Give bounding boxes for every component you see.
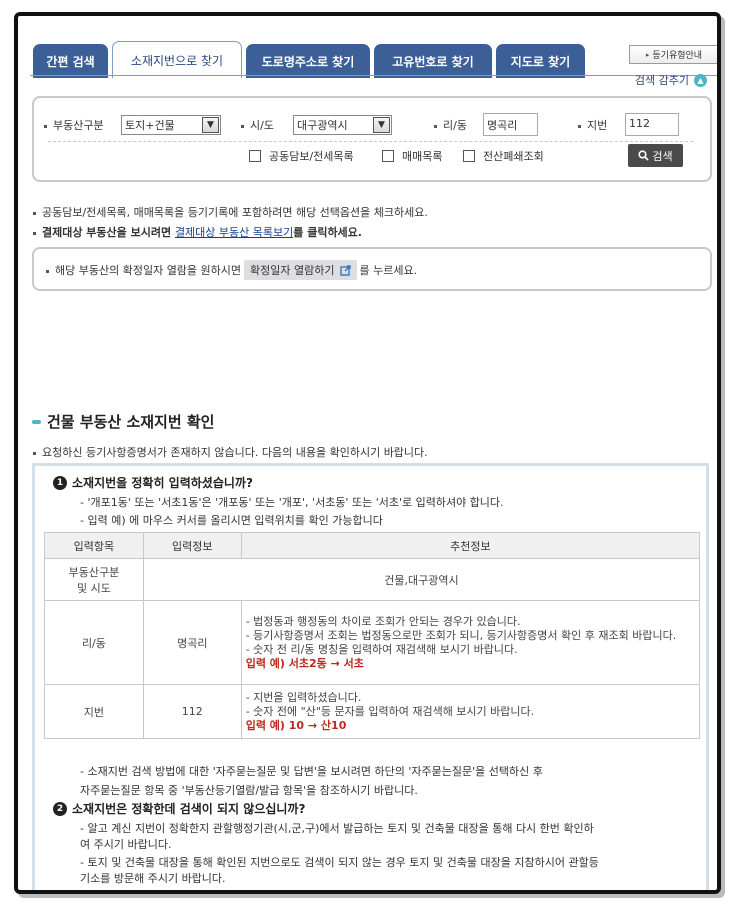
confirm-date-box: 해당 부동산의 확정일자 열람을 원하시면 확정일자 열람하기 를 누르세요. <box>32 247 712 291</box>
input-example[interactable]: 입력 예) 서초2동 → 서초 <box>246 657 695 671</box>
joint-collateral-label: 공동담보/전세목록 <box>269 150 354 163</box>
closed-record-label: 전산폐쇄조회 <box>483 150 544 163</box>
search-button-label: 검색 <box>652 149 673 163</box>
table-header: 추천정보 <box>240 532 701 559</box>
payment-note: 결제대상 부동산을 보시려면 결제대상 부동산 목록보기를 클릭하세요. <box>33 224 362 240</box>
chevron-up-icon: ▲ <box>694 73 707 87</box>
confirm-date-note: 해당 부동산의 확정일자 열람을 원하시면 확정일자 열람하기 를 누르세요. <box>46 260 417 280</box>
ridong-input[interactable]: 명곡리 <box>483 113 538 136</box>
table-cell: 건물,대구광역시 <box>142 558 701 601</box>
payment-list-link[interactable]: 결제대상 부동산 목록보기 <box>175 226 293 239</box>
question-1: 1 소재지번을 정확히 입력하셨습니까? <box>53 474 253 491</box>
table-cell: - 지번을 입력하셨습니다. - 숫자 전에 "산"등 문자를 입력하여 재검색… <box>240 684 701 739</box>
question-2: 2 소재지번은 정확한데 검색이 되지 않으십니까? <box>53 800 305 817</box>
tab-lot-number[interactable]: 소재지번으로 찾기 <box>112 41 242 78</box>
options-note: 공동담보/전세목록, 매매목록을 등기기록에 포함하려면 해당 선택옵션을 체크… <box>33 204 428 220</box>
title-marker-icon <box>32 419 41 424</box>
external-link-icon <box>339 264 351 276</box>
faq-line-2: 자주묻는질문 항목 중 '부동산등기열람/발급 항목'을 참조하시기 바랍니다. <box>80 784 418 797</box>
ridong-label: 리/동 <box>434 117 467 133</box>
table-header: 입력항목 <box>44 532 144 559</box>
bullet-icon <box>434 124 437 128</box>
arrow-right-icon: ▸ <box>645 50 650 59</box>
table-cell: 리/동 <box>44 600 144 685</box>
window-frame: 간편 검색 소재지번으로 찾기 도로명주소로 찾기 고유번호로 찾기 지도로 찾… <box>14 12 721 894</box>
sido-label: 시/도 <box>241 117 274 133</box>
result-box: 1 소재지번을 정확히 입력하셨습니까? - '개포1동' 또는 '서초1동'은… <box>32 463 709 890</box>
jibun-label: 지번 <box>578 117 607 133</box>
property-type-value: 토지+건물 <box>125 119 175 132</box>
tab-bar: 간편 검색 소재지번으로 찾기 도로명주소로 찾기 고유번호로 찾기 지도로 찾… <box>30 28 717 78</box>
table-row: 지번 112 - 지번을 입력하셨습니다. - 숫자 전에 "산"등 문자를 입… <box>44 684 701 739</box>
q1-line-2: - 입력 예) 에 마우스 커서를 올리시면 입력위치를 확인 가능합니다 <box>80 514 383 527</box>
tab-underline <box>30 75 717 76</box>
property-type-select[interactable]: 토지+건물 ▼ <box>121 115 221 135</box>
q2-line-3: - 토지 및 건축물 대장을 통해 확인된 지번으로도 검색이 되지 않는 경우… <box>80 856 599 869</box>
tab-road-address[interactable]: 도로명주소로 찾기 <box>246 44 370 78</box>
bullet-icon <box>33 211 36 215</box>
table-cell: 112 <box>142 684 242 739</box>
bullet-icon <box>241 124 244 128</box>
property-type-label: 부동산구분 <box>44 117 104 133</box>
tab-map[interactable]: 지도로 찾기 <box>496 44 585 78</box>
question-1-title: 소재지번을 정확히 입력하셨습니까? <box>72 476 253 490</box>
closed-record-checkbox[interactable]: 전산폐쇄조회 <box>463 148 544 164</box>
divider <box>48 141 693 142</box>
table-cell: 명곡리 <box>142 600 242 685</box>
bullet-icon <box>578 124 581 128</box>
confirm-date-button[interactable]: 확정일자 열람하기 <box>244 260 357 280</box>
bullet-icon <box>46 269 49 273</box>
checkbox-icon <box>249 150 261 162</box>
checkbox-icon <box>382 150 394 162</box>
search-icon <box>638 150 650 161</box>
table-row: 리/동 명곡리 - 법정동과 행정동의 차이로 조회가 안되는 경우가 있습니다… <box>44 600 701 685</box>
bullet-icon <box>44 124 47 128</box>
tab-simple-search[interactable]: 간편 검색 <box>33 44 108 78</box>
checkbox-icon <box>463 150 475 162</box>
table-cell: - 법정동과 행정동의 차이로 조회가 안되는 경우가 있습니다. - 등기사항… <box>240 600 701 685</box>
q2-line-1: - 알고 계신 지번이 정확한지 관할행정기관(시,군,구)에서 발급하는 토지… <box>80 822 594 835</box>
q1-line-1: - '개포1동' 또는 '서초1동'은 '개포동' 또는 '개포', '서초동'… <box>80 496 504 509</box>
bullet-icon <box>33 231 36 235</box>
chevron-down-icon: ▼ <box>373 117 390 133</box>
table-header-row: 입력항목 입력정보 추천정보 <box>44 532 701 559</box>
section-title: 건물 부동산 소재지번 확인 <box>32 411 214 432</box>
hide-search-toggle[interactable]: 검색 감추기 ▲ <box>635 72 707 88</box>
sales-list-checkbox[interactable]: 매매목록 <box>382 148 442 164</box>
sido-value: 대구광역시 <box>297 119 348 132</box>
hide-search-label: 검색 감추기 <box>634 74 689 87</box>
registration-type-guide-button[interactable]: ▸ 등기유형안내 <box>629 45 717 64</box>
table-header: 입력정보 <box>142 532 242 559</box>
chevron-down-icon: ▼ <box>202 117 219 133</box>
question-2-title: 소재지번은 정확한데 검색이 되지 않으십니까? <box>72 802 306 816</box>
number-1-icon: 1 <box>53 475 67 490</box>
bullet-icon <box>33 451 36 455</box>
table-cell: 지번 <box>44 684 144 739</box>
joint-collateral-checkbox[interactable]: 공동담보/전세목록 <box>249 148 354 164</box>
table-cell: 부동산구분 및 시도 <box>44 558 144 601</box>
result-intro: 요청하신 등기사항증명서가 존재하지 않습니다. 다음의 내용을 확인하시기 바… <box>33 444 428 460</box>
number-2-icon: 2 <box>53 801 67 816</box>
table-row: 부동산구분 및 시도 건물,대구광역시 <box>44 558 701 601</box>
sido-select[interactable]: 대구광역시 ▼ <box>293 115 392 135</box>
q2-line-4: 기소를 방문해 주시기 바랍니다. <box>80 872 226 885</box>
sales-list-label: 매매목록 <box>402 150 443 163</box>
registration-type-guide-label: 등기유형안내 <box>652 51 703 61</box>
input-example[interactable]: 입력 예) 10 → 산10 <box>246 719 695 733</box>
recommendation-table: 입력항목 입력정보 추천정보 부동산구분 및 시도 건물,대구광역시 리/동 명곡… <box>44 532 701 739</box>
q2-line-2: 여 주시기 바랍니다. <box>80 838 172 851</box>
jibun-input[interactable]: 112 <box>625 113 679 136</box>
search-button[interactable]: 검색 <box>628 144 683 167</box>
tab-unique-number[interactable]: 고유번호로 찾기 <box>374 44 492 78</box>
faq-line-1: - 소재지번 검색 방법에 대한 '자주묻는질문 및 답변'을 보시려면 하단의… <box>80 765 543 778</box>
search-panel: 부동산구분 토지+건물 ▼ 시/도 대구광역시 ▼ 리/동 명곡리 지번 112… <box>32 96 712 182</box>
